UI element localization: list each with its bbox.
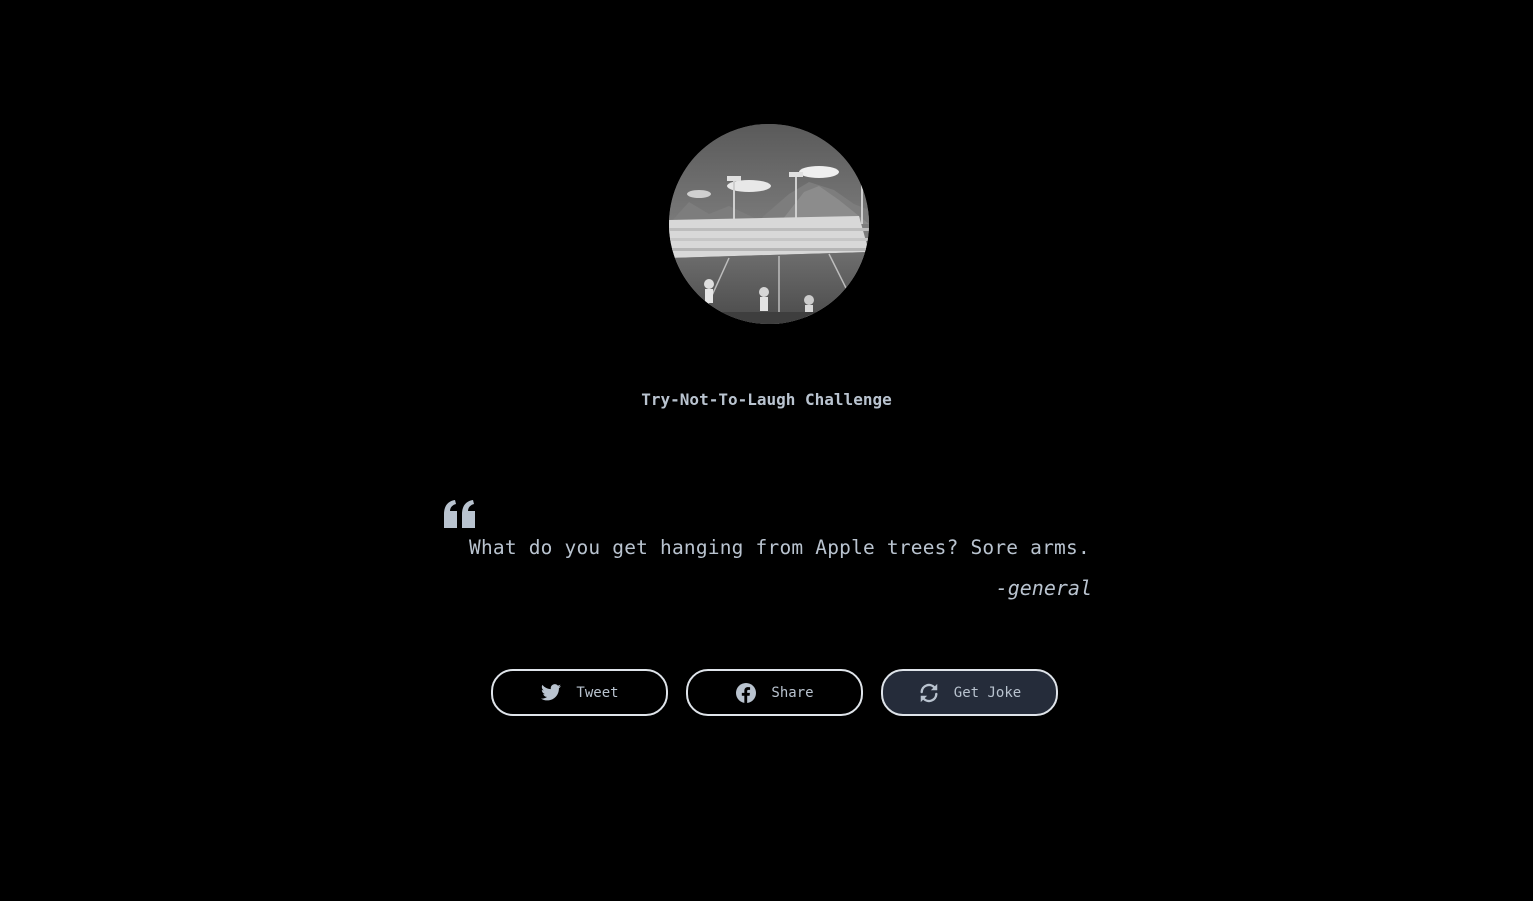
get-joke-button[interactable]: Get Joke <box>881 669 1058 716</box>
quote-left-icon <box>444 500 475 528</box>
joke-author: -general <box>995 576 1092 600</box>
tweet-label: Tweet <box>576 684 619 701</box>
page: Try-Not-To-Laugh Challenge What do you g… <box>0 0 1533 901</box>
get-joke-label: Get Joke <box>953 684 1022 701</box>
stadium-photo <box>669 124 869 324</box>
refresh-icon <box>918 682 940 704</box>
joke-text: What do you get hanging from Apple trees… <box>469 536 1090 559</box>
avatar <box>669 124 869 324</box>
twitter-icon <box>540 682 562 704</box>
facebook-icon <box>735 682 757 704</box>
page-title: Try-Not-To-Laugh Challenge <box>641 390 892 409</box>
share-button[interactable]: Share <box>686 669 863 716</box>
share-label: Share <box>771 684 814 701</box>
tweet-button[interactable]: Tweet <box>491 669 668 716</box>
